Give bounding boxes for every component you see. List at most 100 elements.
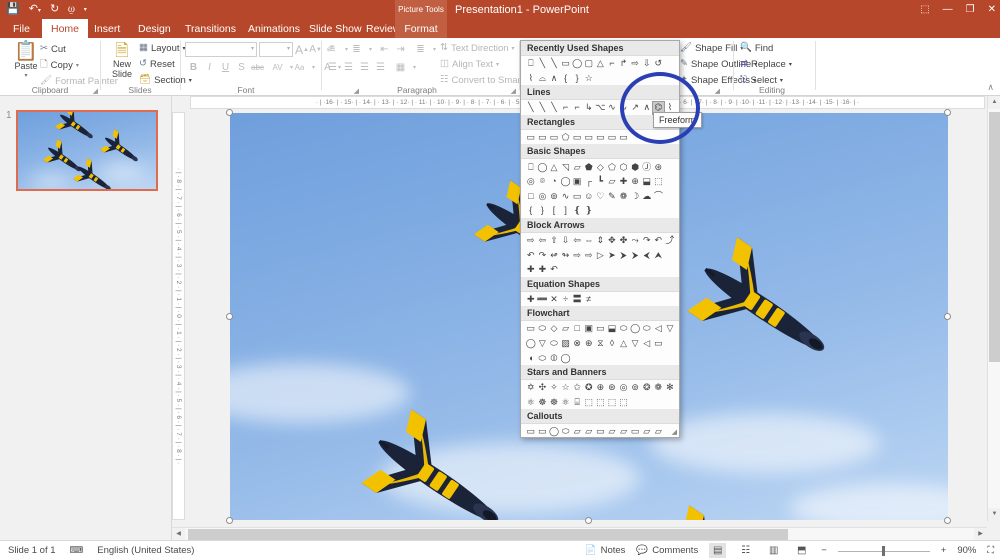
shape-tool[interactable]: ▱ xyxy=(606,426,618,437)
shape-tool[interactable]: ∿ xyxy=(618,102,630,114)
shape-tool[interactable]: ▭ xyxy=(606,132,618,144)
shape-tool[interactable]: ✚ xyxy=(537,264,549,276)
language-indicator[interactable]: English (United States) xyxy=(97,545,194,556)
shape-tool[interactable]: ◯ xyxy=(525,338,537,350)
tab-file[interactable]: File xyxy=(4,19,39,38)
scroll-down-arrow-icon[interactable]: ▼ xyxy=(988,508,1000,521)
shape-tool[interactable]: △ xyxy=(548,161,560,173)
shape-tool[interactable]: ✣ xyxy=(537,382,549,394)
accessibility-icon[interactable]: ⌨ xyxy=(70,545,84,556)
shape-tool[interactable]: ✥ xyxy=(606,235,618,247)
shape-tool[interactable]: ✻ xyxy=(664,382,676,394)
scroll-up-arrow-icon[interactable]: ▲ xyxy=(988,96,1000,109)
ribbon-display-options-icon[interactable]: ⬚ xyxy=(920,4,929,15)
text-shadow-button[interactable]: S xyxy=(235,60,248,75)
shape-tool[interactable]: ↷ xyxy=(641,235,653,247)
shape-tool[interactable]: ⤴ xyxy=(664,235,676,247)
shape-tool[interactable]: ┌ xyxy=(583,176,595,188)
shape-tool[interactable]: ⊕ xyxy=(583,338,595,350)
shape-tool[interactable]: ⤳ xyxy=(629,235,641,247)
shape-tool[interactable]: ✧ xyxy=(548,382,560,394)
selection-handle-top-left[interactable] xyxy=(226,109,233,116)
zoom-in-button[interactable]: + xyxy=(941,545,947,556)
underline-button[interactable]: U xyxy=(219,60,232,75)
shape-tool[interactable]: ⇩ xyxy=(641,58,653,70)
paragraph-dialog-launcher[interactable]: ◢ xyxy=(511,87,516,95)
replace-dropdown-arrow-icon[interactable]: ▾ xyxy=(789,61,792,68)
shape-tool[interactable]: ⊚ xyxy=(629,382,641,394)
shape-tool[interactable]: ⮜ xyxy=(641,249,653,261)
shape-tool[interactable]: ╲ xyxy=(525,102,537,114)
shape-tool[interactable]: ⊚ xyxy=(548,191,560,203)
notes-button[interactable]: 📄 Notes xyxy=(585,545,626,556)
shape-tool[interactable]: ⌾ xyxy=(537,176,549,188)
shape-tool[interactable]: ┗ xyxy=(595,176,607,188)
paste-button[interactable]: 📋 Paste ▾ xyxy=(8,42,44,81)
new-slide-button[interactable]: 🗎 New Slide xyxy=(105,42,139,79)
shape-tool[interactable]: ◊ xyxy=(606,338,618,350)
zoom-slider-knob[interactable] xyxy=(881,545,885,556)
shape-tool[interactable]: ◖ xyxy=(525,352,537,364)
shape-tool[interactable]: ▭ xyxy=(525,426,537,437)
shape-tool[interactable]: ▱ xyxy=(653,426,665,437)
start-slideshow-icon[interactable]: ⍹ xyxy=(68,4,75,15)
shape-tool[interactable]: ❁ xyxy=(653,382,665,394)
shape-tool[interactable]: ❵ xyxy=(583,205,595,217)
shape-tool[interactable]: ⊕ xyxy=(595,382,607,394)
shape-tool[interactable]: ⬭ xyxy=(548,338,560,350)
shape-tool[interactable]: ⌐ xyxy=(560,102,572,114)
numbering-dropdown-arrow-icon[interactable]: ▾ xyxy=(364,42,377,57)
shape-tool[interactable]: ⬓ xyxy=(606,323,618,335)
shape-tool[interactable]: ⬡ xyxy=(618,161,630,173)
shape-tool[interactable]: ▭ xyxy=(653,338,665,350)
vertical-scrollbar[interactable]: ▲ ▼ xyxy=(987,96,1000,521)
shape-tool[interactable]: ☆ xyxy=(560,382,572,394)
justify-button[interactable]: ☰ xyxy=(374,60,387,75)
shape-tool[interactable]: { xyxy=(560,73,572,85)
shape-tool[interactable]: ▱ xyxy=(571,161,583,173)
shape-tool[interactable]: ▱ xyxy=(606,176,618,188)
shape-tool[interactable]: ❁ xyxy=(618,191,630,203)
undo-icon[interactable]: ↶▾ xyxy=(29,4,41,15)
shape-tool[interactable]: ▭ xyxy=(525,323,537,335)
shape-tool[interactable]: ] xyxy=(560,205,572,217)
paste-dropdown-arrow-icon[interactable]: ▾ xyxy=(24,71,27,81)
shape-tool[interactable]: ✚ xyxy=(618,176,630,188)
shape-tool[interactable]: ▭ xyxy=(537,426,549,437)
shape-tool[interactable]: ◁ xyxy=(653,323,665,335)
shape-tool[interactable]: ✎ xyxy=(606,191,618,203)
shape-tool[interactable]: ➤ xyxy=(606,249,618,261)
shape-tool[interactable]: ▭ xyxy=(571,191,583,203)
shape-tool[interactable]: ◯ xyxy=(548,426,560,437)
text-direction-button[interactable]: ⇅ Text Direction ▾ xyxy=(440,41,515,55)
shape-tool[interactable]: { xyxy=(525,205,537,217)
shape-tool[interactable]: ⬚ xyxy=(618,397,630,409)
shape-tool[interactable]: ▭ xyxy=(595,426,607,437)
shape-tool[interactable]: ▱ xyxy=(571,426,583,437)
shape-tool[interactable]: ⇩ xyxy=(560,235,572,247)
shape-tool[interactable]: ⊕ xyxy=(629,176,641,188)
grow-font-button[interactable]: A ▲ xyxy=(295,42,309,57)
shape-tool[interactable]: ⇦ xyxy=(537,235,549,247)
shape-tool[interactable]: ▭ xyxy=(595,323,607,335)
find-button[interactable]: 🔍 Find xyxy=(740,41,773,55)
shape-tool[interactable]: ⬟ xyxy=(583,161,595,173)
shape-tool[interactable]: ⬠ xyxy=(560,132,572,144)
restore-icon[interactable]: ❐ xyxy=(966,4,975,15)
shape-tool[interactable]: ⇨ xyxy=(583,249,595,261)
shape-tool[interactable]: ∿ xyxy=(560,191,572,203)
numbering-button[interactable]: ≣ xyxy=(350,42,363,57)
shape-tool[interactable]: ⬭ xyxy=(641,323,653,335)
shape-tool[interactable]: ▭ xyxy=(548,132,560,144)
shape-tool[interactable]: ▣ xyxy=(571,176,583,188)
shape-tool[interactable]: ⇧ xyxy=(548,235,560,247)
shape-tool[interactable]: ◯ xyxy=(571,58,583,70)
shape-tool[interactable]: ≠ xyxy=(583,294,595,306)
shape-tool[interactable]: ▭ xyxy=(595,132,607,144)
shape-tool[interactable]: ⮞ xyxy=(629,249,641,261)
shape-tool[interactable]: ◎ xyxy=(618,382,630,394)
shape-tool[interactable]: ☸ xyxy=(548,397,560,409)
shape-tool[interactable]: ╲ xyxy=(537,102,549,114)
shape-tool[interactable]: ⇨ xyxy=(525,235,537,247)
shape-tool[interactable]: ⬭ xyxy=(537,352,549,364)
